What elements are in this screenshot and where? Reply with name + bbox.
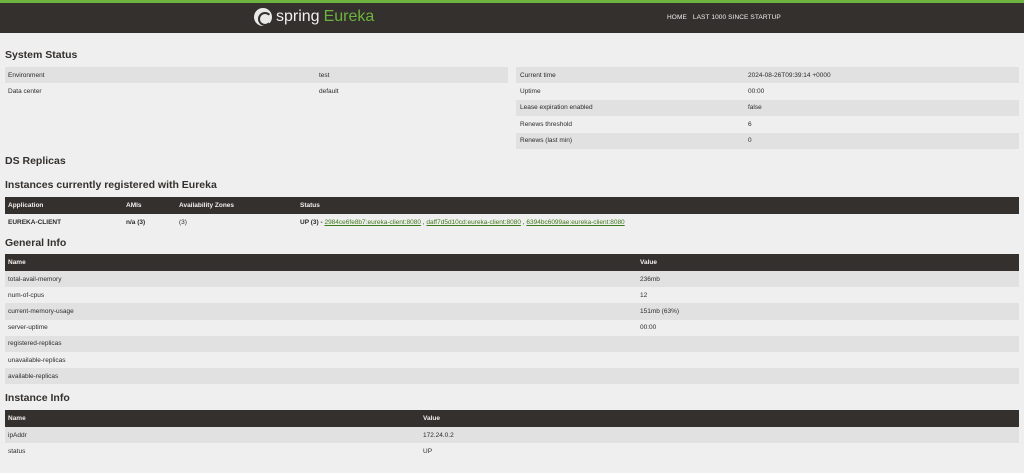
system-status-left-table: Environment test Data center default — [5, 67, 508, 100]
nav-links: HOME LAST 1000 SINCE STARTUP — [667, 14, 781, 21]
brand-eureka-text: Eureka — [323, 8, 375, 25]
info-name: registered-replicas — [5, 335, 637, 352]
instance-info-table: Name Value ipAddr 172.24.0.2 status UP — [5, 410, 1019, 460]
info-name: server-uptime — [5, 319, 637, 336]
info-value — [637, 335, 1019, 352]
instance-link[interactable]: daff7d5d10cd:eureka-client:8080 — [426, 219, 521, 226]
info-value — [637, 351, 1019, 369]
status-row: Lease expiration enabled false — [516, 99, 1019, 117]
instance-status-cell: UP (3) - 2984ce6fe8b7:eureka-client:8080… — [297, 214, 1019, 231]
zones-value: (3) — [176, 214, 297, 231]
spring-leaf-icon — [254, 8, 272, 26]
status-value: 6 — [748, 120, 752, 128]
info-name: ipAddr — [5, 427, 420, 444]
nav-last-1000-link[interactable]: LAST 1000 SINCE STARTUP — [693, 14, 781, 21]
status-key: Data center — [8, 88, 42, 96]
instance-link[interactable]: 2984ce6fe8b7:eureka-client:8080 — [324, 219, 421, 226]
status-row: Renews (last min) 0 — [516, 132, 1019, 149]
info-name: total-avail-memory — [5, 271, 637, 288]
status-value: 2024-08-26T09:39:14 +0000 — [748, 71, 831, 79]
info-value: 00:00 — [637, 319, 1019, 336]
col-header-value: Value — [420, 410, 1019, 427]
col-header-zones: Availability Zones — [176, 197, 297, 214]
status-row: Environment test — [5, 67, 508, 84]
brand-logo[interactable]: spring Eureka — [254, 8, 374, 26]
status-value: false — [748, 104, 762, 112]
status-key: Current time — [520, 71, 556, 79]
status-key: Renews threshold — [520, 120, 573, 128]
status-key: Renews (last min) — [520, 137, 573, 145]
status-row: Current time 2024-08-26T09:39:14 +0000 — [516, 67, 1019, 84]
brand-spring-text: spring — [276, 8, 320, 25]
info-value — [637, 368, 1019, 385]
info-name: unavailable-replicas — [5, 351, 637, 369]
col-header-name: Name — [5, 410, 420, 427]
col-header-status: Status — [297, 197, 1019, 214]
status-key: Environment — [8, 71, 45, 79]
info-value: 12 — [637, 287, 1019, 304]
general-info-table: Name Value total-avail-memory 236mb num-… — [5, 254, 1019, 385]
info-value: 151mb (63%) — [637, 303, 1019, 320]
status-row: Uptime 00:00 — [516, 83, 1019, 100]
status-key: Lease expiration enabled — [520, 104, 593, 112]
nav-home-link[interactable]: HOME — [667, 14, 687, 21]
status-row: Renews threshold 6 — [516, 116, 1019, 133]
application-name: EUREKA-CLIENT — [5, 214, 123, 231]
instances-table: Application AMIs Availability Zones Stat… — [5, 197, 1019, 231]
status-row: Data center default — [5, 83, 508, 100]
col-header-application: Application — [5, 197, 123, 214]
system-status-right-table: Current time 2024-08-26T09:39:14 +0000 U… — [516, 67, 1019, 149]
instances-heading: Instances currently registered with Eure… — [5, 179, 217, 191]
instance-info-heading: Instance Info — [5, 392, 70, 404]
col-header-amis: AMIs — [123, 197, 176, 214]
status-prefix: UP (3) - — [300, 218, 325, 226]
info-value: UP — [420, 443, 1019, 460]
top-navbar: spring Eureka HOME LAST 1000 SINCE START… — [0, 0, 1024, 33]
status-value: 0 — [748, 137, 752, 145]
system-status-heading: System Status — [5, 49, 78, 61]
info-value: 172.24.0.2 — [420, 427, 1019, 444]
info-name: available-replicas — [5, 368, 637, 385]
info-name: current-memory-usage — [5, 303, 637, 320]
col-header-name: Name — [5, 254, 637, 271]
col-header-value: Value — [637, 254, 1019, 271]
amis-value: n/a (3) — [123, 214, 176, 231]
ds-replicas-heading: DS Replicas — [5, 155, 66, 167]
general-info-heading: General Info — [5, 237, 67, 249]
status-value: default — [319, 88, 339, 96]
info-name: num-of-cpus — [5, 287, 637, 304]
status-value: 00:00 — [748, 88, 765, 96]
status-key: Uptime — [520, 88, 541, 96]
info-value: 236mb — [637, 271, 1019, 288]
info-name: status — [5, 443, 420, 460]
status-value: test — [319, 71, 330, 79]
instance-link[interactable]: 6394bc6099ae:eureka-client:8080 — [526, 219, 624, 226]
